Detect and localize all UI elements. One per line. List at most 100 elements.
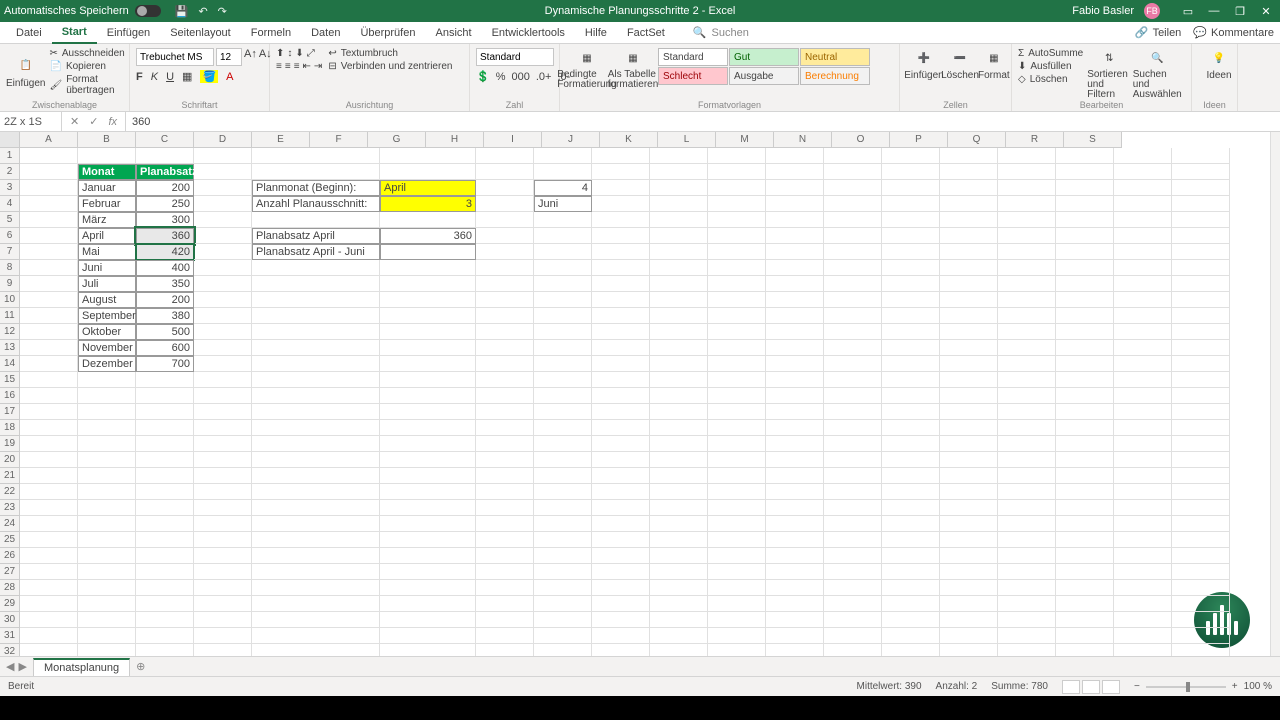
col-header[interactable]: A — [20, 132, 78, 147]
cell[interactable] — [20, 276, 78, 292]
row-header[interactable]: 18 — [0, 420, 20, 436]
cell[interactable] — [998, 372, 1056, 388]
cell[interactable] — [766, 500, 824, 516]
cell[interactable] — [1172, 212, 1230, 228]
cell[interactable] — [940, 500, 998, 516]
cell[interactable] — [708, 308, 766, 324]
cell[interactable] — [380, 436, 476, 452]
cell[interactable] — [708, 340, 766, 356]
cell[interactable] — [534, 564, 592, 580]
cell[interactable] — [534, 324, 592, 340]
cell[interactable] — [20, 580, 78, 596]
cell[interactable] — [766, 260, 824, 276]
comma-icon[interactable]: 000 — [511, 71, 529, 83]
cell[interactable] — [476, 452, 534, 468]
cell[interactable] — [824, 644, 882, 656]
cell[interactable] — [380, 212, 476, 228]
tab-start[interactable]: Start — [52, 22, 97, 44]
cell[interactable] — [824, 436, 882, 452]
cell[interactable]: Planmonat (Beginn): — [252, 180, 380, 196]
cell[interactable] — [592, 212, 650, 228]
cell[interactable] — [708, 564, 766, 580]
cell[interactable] — [1172, 372, 1230, 388]
cell[interactable] — [476, 180, 534, 196]
cell[interactable] — [708, 644, 766, 656]
cell[interactable] — [708, 452, 766, 468]
cell[interactable] — [1172, 228, 1230, 244]
cell[interactable] — [766, 340, 824, 356]
cell[interactable] — [20, 148, 78, 164]
cell[interactable] — [708, 596, 766, 612]
cell[interactable] — [592, 564, 650, 580]
cell[interactable] — [882, 356, 940, 372]
cell[interactable] — [252, 596, 380, 612]
cell[interactable] — [824, 548, 882, 564]
cell[interactable] — [592, 628, 650, 644]
cell[interactable] — [252, 500, 380, 516]
cell[interactable] — [476, 500, 534, 516]
row-header[interactable]: 32 — [0, 644, 20, 656]
undo-icon[interactable]: ↶ — [198, 5, 207, 18]
cell[interactable] — [380, 564, 476, 580]
tab-einfuegen[interactable]: Einfügen — [97, 22, 160, 44]
underline-button[interactable]: U — [166, 71, 174, 83]
cell[interactable] — [650, 164, 708, 180]
cell[interactable] — [20, 372, 78, 388]
cell[interactable] — [1114, 404, 1172, 420]
cell[interactable] — [1114, 260, 1172, 276]
cell[interactable] — [136, 532, 194, 548]
cell[interactable] — [78, 532, 136, 548]
cell[interactable] — [824, 484, 882, 500]
cell[interactable] — [20, 260, 78, 276]
cell[interactable] — [708, 148, 766, 164]
cell[interactable] — [252, 532, 380, 548]
cell[interactable] — [534, 244, 592, 260]
cell[interactable] — [194, 532, 252, 548]
tab-formeln[interactable]: Formeln — [241, 22, 301, 44]
cell[interactable] — [1114, 228, 1172, 244]
cell[interactable] — [824, 180, 882, 196]
cell[interactable] — [708, 532, 766, 548]
cell[interactable] — [20, 548, 78, 564]
bold-button[interactable]: F — [136, 71, 143, 83]
cell[interactable] — [882, 228, 940, 244]
cell[interactable] — [20, 164, 78, 180]
cell[interactable] — [380, 356, 476, 372]
font-size-input[interactable] — [216, 48, 242, 66]
cell[interactable] — [1056, 324, 1114, 340]
row-header[interactable]: 27 — [0, 564, 20, 580]
cell[interactable] — [476, 484, 534, 500]
cell[interactable] — [380, 276, 476, 292]
cell[interactable] — [998, 164, 1056, 180]
cell[interactable] — [534, 436, 592, 452]
cell[interactable]: April — [78, 228, 136, 244]
tab-hilfe[interactable]: Hilfe — [575, 22, 617, 44]
cell[interactable] — [476, 372, 534, 388]
cell[interactable] — [476, 276, 534, 292]
cell[interactable] — [252, 148, 380, 164]
cell[interactable] — [592, 612, 650, 628]
cell[interactable] — [592, 436, 650, 452]
cell[interactable] — [476, 436, 534, 452]
cell[interactable] — [20, 292, 78, 308]
cell[interactable] — [252, 516, 380, 532]
cell[interactable] — [534, 612, 592, 628]
cell[interactable] — [1056, 644, 1114, 656]
cell[interactable] — [1114, 324, 1172, 340]
cell[interactable] — [194, 148, 252, 164]
cell[interactable] — [1056, 612, 1114, 628]
cell[interactable] — [1172, 452, 1230, 468]
sort-filter-button[interactable]: ⇅Sortieren und Filtern — [1087, 48, 1131, 100]
cell[interactable] — [592, 484, 650, 500]
cell[interactable] — [824, 372, 882, 388]
cell[interactable] — [940, 516, 998, 532]
cell[interactable] — [998, 612, 1056, 628]
cell[interactable] — [534, 404, 592, 420]
name-box[interactable]: 2Z x 1S — [0, 112, 62, 132]
cell[interactable] — [592, 292, 650, 308]
tab-factset[interactable]: FactSet — [617, 22, 675, 44]
cell[interactable] — [766, 564, 824, 580]
autosum-button[interactable]: ΣAutoSumme — [1018, 48, 1083, 59]
cell[interactable]: 360 — [380, 228, 476, 244]
cell[interactable] — [476, 228, 534, 244]
